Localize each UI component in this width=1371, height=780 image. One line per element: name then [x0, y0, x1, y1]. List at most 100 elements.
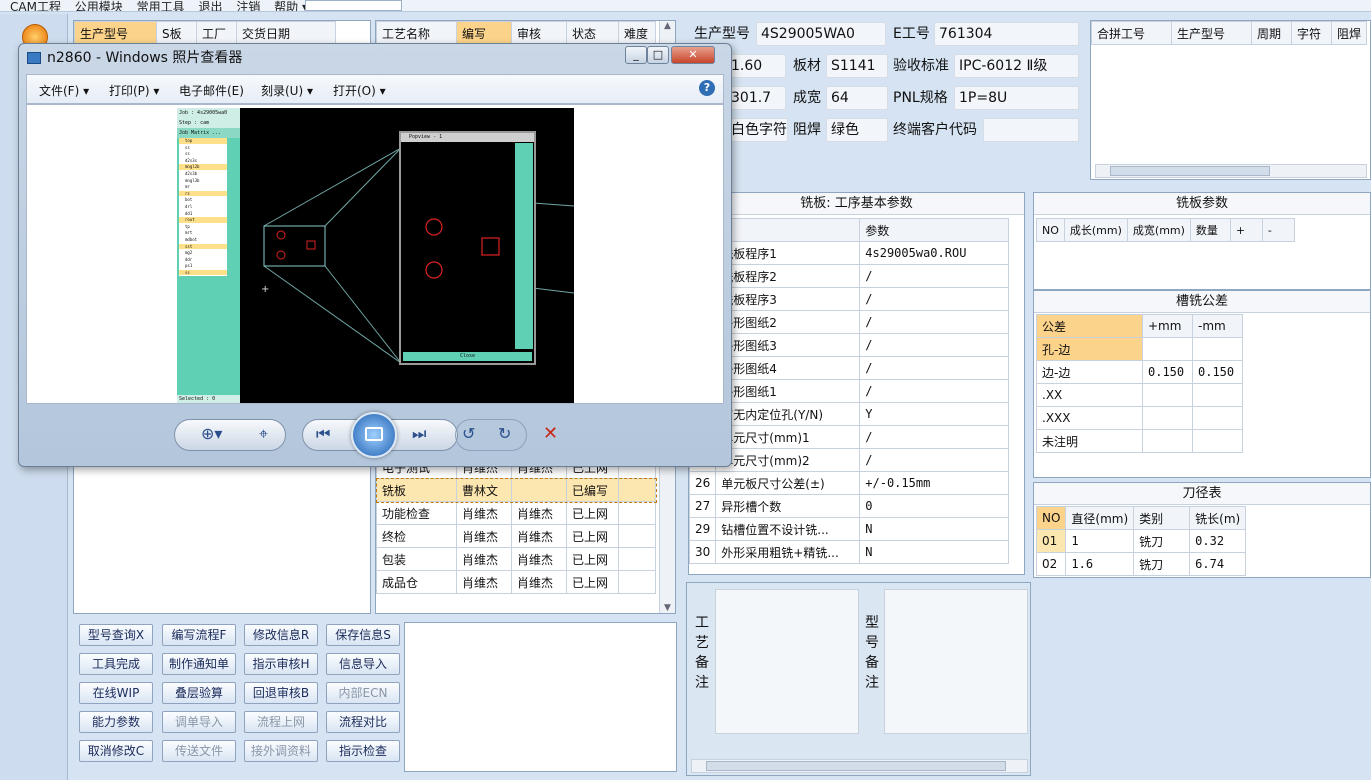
toolbar-combo[interactable] — [305, 0, 402, 11]
action-button-2-0[interactable]: 在线WIP — [79, 682, 153, 704]
action-button-1-0[interactable]: 工具完成 — [79, 653, 153, 675]
zoom-icon[interactable]: ⊕▾ — [201, 424, 222, 443]
field-thickness[interactable]: 1.60 — [726, 54, 786, 78]
col-factory[interactable]: 工厂 — [196, 21, 237, 45]
hscroll-thumb[interactable] — [706, 761, 1006, 771]
table-row[interactable]: 27 异形槽个数 0 — [688, 494, 1009, 518]
maximize-button[interactable]: □ — [647, 46, 669, 64]
col-model[interactable]: 生产型号 — [74, 21, 157, 45]
previous-icon[interactable]: ⏮ — [316, 424, 330, 444]
menu-cam[interactable]: CAM工程 — [10, 1, 61, 11]
col-merge-no[interactable]: 合拼工号 — [1091, 21, 1172, 45]
table-row[interactable]: 外形图纸1/ — [688, 379, 1009, 403]
message-box[interactable] — [404, 622, 677, 772]
process-remark-textarea[interactable] — [715, 589, 859, 734]
col-reviewer[interactable]: 审核 — [511, 21, 567, 45]
action-button-3-3[interactable]: 流程对比 — [326, 711, 400, 733]
viewer-menu-email[interactable]: 电子邮件(E) — [179, 82, 244, 99]
table-row[interactable]: 成品仓 肖维杰 肖维杰 已上网 — [376, 570, 656, 594]
remarks-hscrollbar[interactable] — [691, 759, 1028, 773]
action-button-4-0[interactable]: 取消修改C — [79, 740, 153, 762]
col-mill-param-1[interactable]: 成长(mm) — [1063, 218, 1128, 242]
table-row[interactable]: 边-边 0.150 0.150 — [1036, 360, 1243, 384]
delete-icon[interactable]: ✕ — [543, 423, 558, 444]
menu-logout[interactable]: 注销 — [236, 1, 260, 11]
col-tool-1[interactable]: 直径(mm) — [1065, 506, 1135, 530]
field-model[interactable]: 4S29005WA0 — [756, 22, 886, 46]
viewer-menu-burn[interactable]: 刻录(U) ▾ — [261, 82, 313, 99]
table-row[interactable]: 孔-边 — [1036, 337, 1243, 361]
table-row[interactable]: 有无内定位孔(Y/N) Y — [688, 402, 1009, 426]
action-button-4-3[interactable]: 指示检查 — [326, 740, 400, 762]
field-character[interactable]: 白色字符 — [726, 118, 788, 142]
col-mill-param-2[interactable]: 成宽(mm) — [1126, 218, 1191, 242]
table-row[interactable]: 外形图纸2/ — [688, 310, 1009, 334]
action-button-4-1[interactable]: 传送文件 — [162, 740, 236, 762]
field-board[interactable]: S1141 — [826, 54, 888, 78]
col-merge-model[interactable]: 生产型号 — [1171, 21, 1252, 45]
col-tol-2[interactable]: -mm — [1192, 314, 1243, 338]
col-mill-param-4[interactable]: + — [1229, 218, 1263, 242]
col-status[interactable]: 状态 — [566, 21, 619, 45]
table-row[interactable]: 终检 肖维杰 肖维杰 已上网 — [376, 524, 656, 548]
col-tool-3[interactable]: 铣长(m) — [1189, 506, 1247, 530]
action-button-1-1[interactable]: 制作通知单 — [162, 653, 236, 675]
col-writer[interactable]: 编写 — [456, 21, 512, 45]
viewer-menu-open[interactable]: 打开(O) ▾ — [333, 82, 386, 99]
menu-help[interactable]: 帮助 ▾ — [274, 1, 308, 11]
table-row[interactable]: 铣板程序3/ — [688, 287, 1009, 311]
field-eno[interactable]: 761304 — [934, 22, 1079, 46]
action-button-4-2[interactable]: 接外调资料 — [244, 740, 318, 762]
minimize-button[interactable]: _ — [625, 46, 647, 64]
table-row[interactable]: 功能检查 肖维杰 肖维杰 已上网 — [376, 501, 656, 525]
merge-hscrollbar[interactable] — [1095, 164, 1367, 178]
col-mill-param-3[interactable]: 数量 — [1189, 218, 1231, 242]
table-row[interactable]: 铣板程序1 4s29005wa0.ROU — [688, 241, 1009, 265]
slideshow-button[interactable] — [351, 412, 397, 458]
field-pnl[interactable]: 1P=8U — [954, 86, 1079, 110]
action-button-3-2[interactable]: 流程上网 — [244, 711, 318, 733]
table-row[interactable]: 未注明 — [1036, 429, 1243, 453]
action-button-0-1[interactable]: 编写流程F — [162, 624, 236, 646]
col-process-name[interactable]: 工艺名称 — [376, 21, 457, 45]
table-row[interactable]: 外形图纸3/ — [688, 333, 1009, 357]
col-tol-1[interactable]: +mm — [1142, 314, 1193, 338]
menu-tools[interactable]: 常用工具 — [137, 1, 185, 11]
next-icon[interactable]: ⏭ — [412, 424, 426, 444]
field-standard[interactable]: IPC-6012 Ⅱ级 — [954, 54, 1079, 78]
table-row[interactable]: 02 1.6 铣刀 6.74 — [1035, 552, 1247, 576]
menu-common[interactable]: 公用模块 — [75, 1, 123, 11]
table-row[interactable]: 外形图纸4/ — [688, 356, 1009, 380]
help-icon[interactable]: ? — [699, 80, 715, 96]
action-button-0-2[interactable]: 修改信息R — [244, 624, 318, 646]
table-row[interactable]: 29 钻槽位置不设计铣... N — [688, 517, 1009, 541]
field-width[interactable]: 64 — [826, 86, 888, 110]
col-tool-2[interactable]: 类别 — [1133, 506, 1191, 530]
col-difficulty[interactable]: 难度 — [618, 21, 656, 45]
table-row[interactable]: 铣板程序2/ — [688, 264, 1009, 288]
col-mill-param-5[interactable]: - — [1261, 218, 1295, 242]
col-merge-period[interactable]: 周期 — [1251, 21, 1292, 45]
col-sboard[interactable]: S板 — [156, 21, 197, 45]
table-row[interactable]: 26 单元板尺寸公差(±) +/-0.15mm — [688, 471, 1009, 495]
field-mask[interactable]: 绿色 — [826, 118, 888, 142]
close-button[interactable]: ✕ — [671, 46, 715, 64]
col-tol-0[interactable]: 公差 — [1036, 314, 1143, 338]
col-mill-param-0[interactable]: NO — [1036, 218, 1065, 242]
table-row[interactable]: 包装 肖维杰 肖维杰 已上网 — [376, 547, 656, 571]
col-param[interactable]: 参数 — [859, 218, 1009, 242]
table-row[interactable]: 铣板 曹林文 已编写 — [375, 477, 657, 503]
model-remark-textarea[interactable] — [884, 589, 1028, 734]
action-button-0-0[interactable]: 型号查询X — [79, 624, 153, 646]
hscroll-thumb[interactable] — [1110, 166, 1270, 176]
action-button-1-2[interactable]: 指示审核H — [244, 653, 318, 675]
scroll-down-icon[interactable]: ▼ — [660, 603, 675, 613]
col-merge-char[interactable]: 字符 — [1291, 21, 1332, 45]
col-delivery[interactable]: 交货日期 — [236, 21, 336, 45]
col-tool-0[interactable]: NO — [1035, 506, 1067, 530]
table-row[interactable]: 单元尺寸(mm)2/ — [688, 448, 1009, 472]
table-row[interactable]: .XXX — [1036, 406, 1243, 430]
table-row[interactable]: 30 外形采用粗铣+精铣... N — [688, 540, 1009, 564]
action-button-0-3[interactable]: 保存信息S — [326, 624, 400, 646]
viewer-menu-print[interactable]: 打印(P) ▾ — [109, 82, 159, 99]
